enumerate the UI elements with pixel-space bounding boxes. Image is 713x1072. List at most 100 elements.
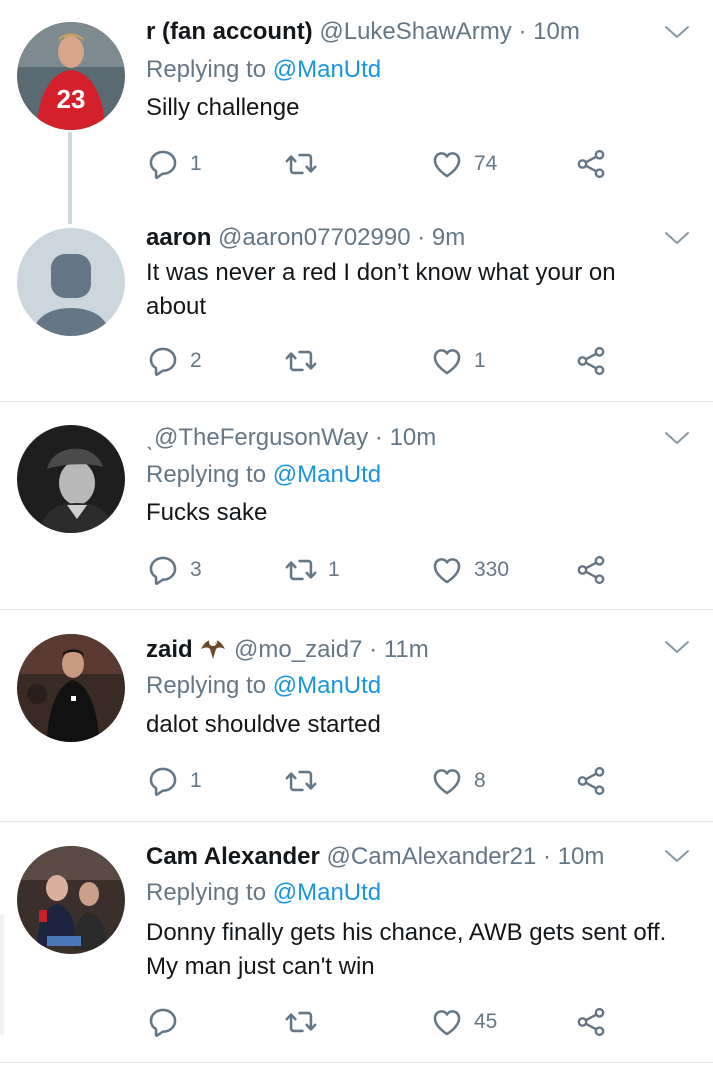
like-button[interactable]: 330 xyxy=(430,550,509,590)
share-icon xyxy=(574,147,608,181)
reply-icon xyxy=(146,553,180,587)
timestamp[interactable]: 9m xyxy=(432,224,465,251)
tweet-actions: 3 1 330 xyxy=(146,550,616,590)
reply-icon xyxy=(146,764,180,798)
chevron-down-icon[interactable] xyxy=(662,428,692,448)
reply-button[interactable]: 1 xyxy=(146,144,202,184)
retweet-icon xyxy=(284,344,318,378)
mention-link[interactable]: @ManUtd xyxy=(273,461,381,488)
reply-count: 1 xyxy=(190,769,202,792)
retweet-icon xyxy=(284,764,318,798)
mention-link[interactable]: @ManUtd xyxy=(273,879,381,906)
avatar[interactable]: 23 xyxy=(17,22,125,130)
reply-icon xyxy=(146,344,180,378)
tweet-actions: 45 xyxy=(146,1002,616,1042)
retweet-button[interactable] xyxy=(284,341,328,381)
divider xyxy=(0,609,713,610)
tweet-header: r (fan account) @LukeShawArmy · 10m xyxy=(146,17,580,47)
edge-shadow xyxy=(0,915,4,1035)
heart-icon xyxy=(430,1005,464,1039)
retweet-icon xyxy=(284,1005,318,1039)
player-black-kit-icon xyxy=(17,634,125,742)
retweet-icon xyxy=(284,553,318,587)
like-count: 1 xyxy=(474,349,486,372)
avatar[interactable] xyxy=(17,425,125,533)
display-name[interactable]: aaron xyxy=(146,224,211,251)
display-name[interactable]: zaid xyxy=(146,636,193,663)
retweet-button[interactable] xyxy=(284,761,328,801)
reply-button[interactable]: 3 xyxy=(146,550,202,590)
heart-icon xyxy=(430,553,464,587)
timestamp[interactable]: 10m xyxy=(558,843,605,870)
chevron-down-icon[interactable] xyxy=(662,22,692,42)
like-button[interactable]: 8 xyxy=(430,761,486,801)
reply-count: 1 xyxy=(190,152,202,175)
share-button[interactable] xyxy=(574,1002,608,1042)
share-button[interactable] xyxy=(574,761,608,801)
share-button[interactable] xyxy=(574,550,608,590)
reply-button[interactable] xyxy=(146,1002,190,1042)
avatar[interactable] xyxy=(17,228,125,336)
reply-count: 3 xyxy=(190,558,202,581)
man-in-flat-cap-icon xyxy=(17,425,125,533)
tweet-text: Donny finally gets his chance, AWB gets … xyxy=(146,919,667,980)
reply-icon xyxy=(146,1005,180,1039)
eagle-emoji-icon xyxy=(201,638,226,659)
tweet-text: It was never a red I don’t know what you… xyxy=(146,259,616,320)
tweet-text: Fucks sake xyxy=(146,499,268,526)
like-button[interactable]: 1 xyxy=(430,341,486,381)
tweet-header: zaid @mo_zaid7 · 11m xyxy=(146,635,429,665)
separator-dot: · xyxy=(417,224,426,251)
mention-link[interactable]: @ManUtd xyxy=(273,672,381,699)
two-people-photo-icon xyxy=(17,846,125,954)
tweet-header: ˎ@TheFergusonWay · 10m xyxy=(146,423,436,453)
user-handle[interactable]: @aaron07702990 xyxy=(218,224,411,251)
display-name[interactable]: Cam Alexander xyxy=(146,843,320,870)
display-name[interactable]: r (fan account) xyxy=(146,18,313,45)
thread-line xyxy=(68,132,72,224)
chevron-down-icon[interactable] xyxy=(662,846,692,866)
heart-icon xyxy=(430,344,464,378)
timestamp[interactable]: 10m xyxy=(533,18,580,45)
replying-prefix: Replying to xyxy=(146,461,267,488)
retweet-count: 1 xyxy=(328,558,340,581)
mention-link[interactable]: @ManUtd xyxy=(273,56,381,83)
like-count: 8 xyxy=(474,769,486,792)
football-player-red-kit-icon: 23 xyxy=(17,22,125,130)
heart-icon xyxy=(430,147,464,181)
reply-count: 2 xyxy=(190,349,202,372)
reply-button[interactable]: 2 xyxy=(146,341,202,381)
like-button[interactable]: 74 xyxy=(430,144,497,184)
share-button[interactable] xyxy=(574,341,608,381)
user-handle[interactable]: @mo_zaid7 xyxy=(234,636,362,663)
tweet-text: Silly challenge xyxy=(146,94,300,121)
display-name[interactable]: ˎ xyxy=(146,424,154,451)
replying-to: Replying to @ManUtd xyxy=(146,878,381,908)
user-handle[interactable]: @CamAlexander21 xyxy=(327,843,537,870)
user-handle[interactable]: @LukeShawArmy xyxy=(319,18,511,45)
separator-dot: · xyxy=(518,18,527,45)
share-button[interactable] xyxy=(574,144,608,184)
tweet-header: Cam Alexander @CamAlexander21 · 10m xyxy=(146,842,604,872)
timestamp[interactable]: 11m xyxy=(384,636,429,663)
replying-to: Replying to @ManUtd xyxy=(146,671,381,701)
retweet-button[interactable] xyxy=(284,144,328,184)
tweet-text: dalot shouldve started xyxy=(146,711,381,738)
retweet-button[interactable]: 1 xyxy=(284,550,340,590)
like-button[interactable]: 45 xyxy=(430,1002,497,1042)
svg-text:23: 23 xyxy=(57,84,86,114)
chevron-down-icon[interactable] xyxy=(662,637,692,657)
divider xyxy=(0,821,713,822)
reply-button[interactable]: 1 xyxy=(146,761,202,801)
avatar[interactable] xyxy=(17,846,125,954)
heart-icon xyxy=(430,764,464,798)
timestamp[interactable]: 10m xyxy=(390,424,437,451)
divider xyxy=(0,401,713,402)
user-handle[interactable]: @TheFergusonWay xyxy=(154,424,368,451)
replying-prefix: Replying to xyxy=(146,879,267,906)
chevron-down-icon[interactable] xyxy=(662,228,692,248)
avatar[interactable] xyxy=(17,634,125,742)
share-icon xyxy=(574,764,608,798)
tweet-actions: 1 8 xyxy=(146,761,616,801)
retweet-button[interactable] xyxy=(284,1002,328,1042)
